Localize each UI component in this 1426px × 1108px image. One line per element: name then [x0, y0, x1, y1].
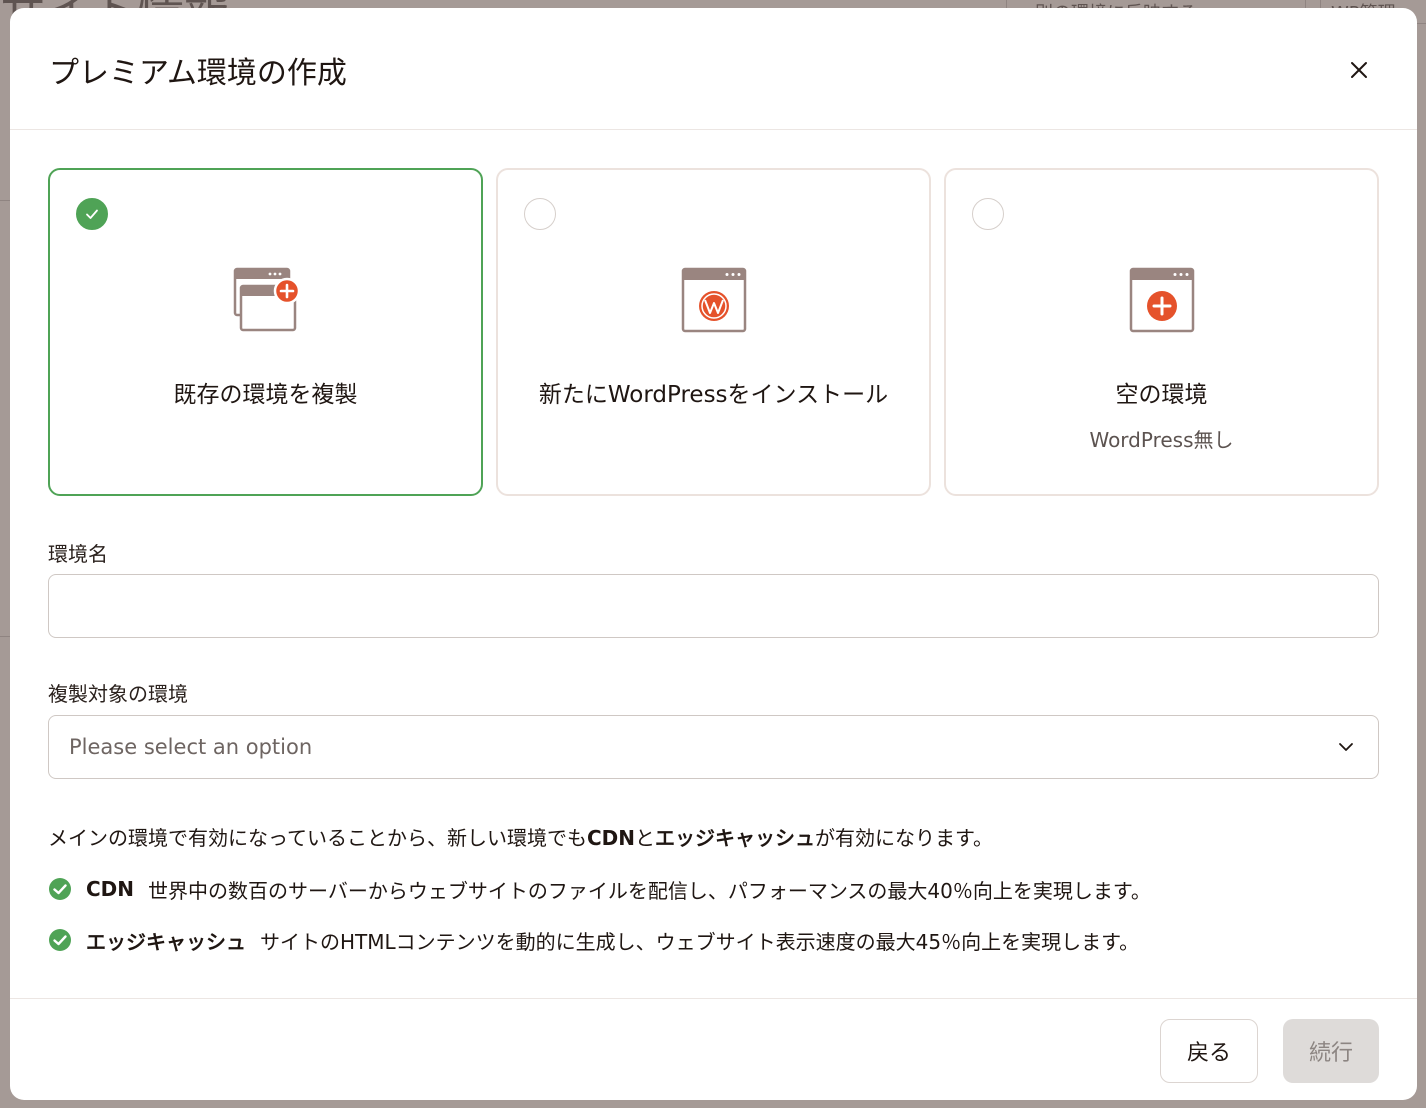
feature-name: CDN	[86, 877, 135, 901]
option-radio[interactable]	[524, 198, 556, 230]
continue-button[interactable]: 続行	[1283, 1019, 1379, 1083]
back-button[interactable]: 戻る	[1160, 1019, 1258, 1083]
option-radio-checked[interactable]	[76, 198, 108, 230]
background-divider	[0, 636, 10, 637]
feature-edge-cache: エッジキャッシュ サイトのHTMLコンテンツを動的に生成し、ウェブサイト表示速度…	[48, 925, 1139, 955]
option-empty-environment[interactable]: 空の環境 WordPress無し	[944, 168, 1379, 496]
cdn-edge-info: メインの環境で有効になっていることから、新しい環境でもCDNとエッジキャッシュが…	[48, 822, 993, 851]
feature-description: 世界中の数百のサーバーからウェブサイトのファイルを配信し、パフォーマンスの最大4…	[148, 878, 1151, 903]
source-env-placeholder: Please select an option	[69, 735, 313, 759]
option-sublabel: WordPress無し	[1089, 428, 1234, 452]
info-text-and: と	[635, 826, 656, 850]
info-text-after: が有効になります。	[815, 826, 994, 850]
chevron-down-icon	[1339, 743, 1353, 751]
environment-type-options: 既存の環境を複製 新たにWordPressをインストール 空の環境 WordPr…	[48, 168, 1379, 496]
option-label: 既存の環境を複製	[173, 382, 358, 408]
browser-clone-plus-icon	[233, 267, 300, 332]
info-edge-cache: エッジキャッシュ	[655, 826, 816, 850]
env-name-label: 環境名	[48, 542, 108, 566]
option-label: 空の環境	[1115, 382, 1208, 408]
check-circle-icon	[49, 878, 71, 900]
modal-footer: 戻る 続行	[10, 998, 1417, 1100]
close-button[interactable]	[1341, 52, 1377, 88]
option-install-wordpress[interactable]: 新たにWordPressをインストール	[496, 168, 931, 496]
browser-plus-icon	[1129, 267, 1194, 333]
background-divider	[0, 200, 10, 201]
option-label: 新たにWordPressをインストール	[538, 382, 889, 408]
check-circle-icon	[49, 929, 71, 951]
modal-header: プレミアム環境の作成	[10, 8, 1417, 130]
option-radio[interactable]	[972, 198, 1004, 230]
browser-wordpress-icon	[681, 267, 746, 333]
option-clone-existing[interactable]: 既存の環境を複製	[48, 168, 483, 496]
check-icon	[86, 209, 98, 219]
modal-title: プレミアム環境の作成	[49, 56, 347, 91]
source-env-label: 複製対象の環境	[48, 682, 188, 706]
env-name-input[interactable]	[48, 574, 1379, 638]
feature-description: サイトのHTMLコンテンツを動的に生成し、ウェブサイト表示速度の最大45％向上を…	[260, 929, 1140, 954]
source-env-select[interactable]: Please select an option	[48, 715, 1379, 779]
info-cdn: CDN	[587, 826, 636, 850]
info-text-before: メインの環境で有効になっていることから、新しい環境でも	[48, 826, 587, 850]
feature-cdn: CDN 世界中の数百のサーバーからウェブサイトのファイルを配信し、パフォーマンス…	[48, 874, 1151, 904]
close-icon	[1351, 62, 1367, 78]
create-premium-environment-modal: プレミアム環境の作成 既存の環境を複製 新たにWordPressをインストール …	[10, 8, 1417, 1100]
feature-name: エッジキャッシュ	[86, 929, 246, 954]
